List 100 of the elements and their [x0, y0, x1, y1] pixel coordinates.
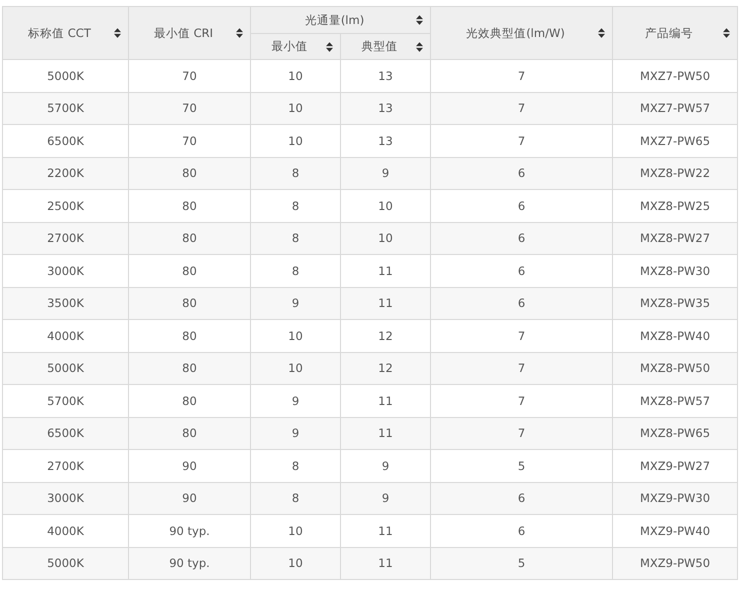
table-cell: 70	[182, 68, 197, 83]
table-cell: MXZ8-PW22	[640, 166, 710, 180]
table-cell: 8	[292, 166, 300, 180]
table-cell: 70	[182, 101, 197, 116]
table-cell: 10	[378, 198, 393, 213]
table-cell: 90	[182, 458, 197, 473]
table-cell: 4000K	[47, 524, 84, 538]
table-cell: 12	[378, 328, 393, 343]
column-header[interactable]: 最小值	[251, 34, 340, 59]
table-cell: 7	[518, 426, 526, 440]
column-header[interactable]: 标称值 CCT	[3, 7, 128, 59]
table-cell: 5700K	[47, 101, 84, 116]
table-cell: MXZ7-PW57	[640, 101, 710, 116]
sort-icon[interactable]	[114, 28, 121, 38]
table-cell: MXZ7-PW50	[640, 68, 710, 83]
table-cell: 10	[288, 361, 303, 376]
table-cell: 13	[378, 68, 393, 83]
table-cell: 6500K	[47, 426, 84, 440]
table-cell: 5	[518, 458, 526, 473]
sort-icon[interactable]	[416, 42, 423, 52]
table-cell: 11	[378, 524, 393, 538]
table-cell: 6	[518, 231, 526, 246]
table-cell: 80	[182, 394, 197, 408]
table-cell: 2700K	[47, 458, 84, 473]
table-cell: 2200K	[47, 166, 84, 180]
table-cell: MXZ9-PW50	[640, 556, 710, 570]
column-header[interactable]: 典型值	[341, 34, 430, 59]
table-cell: 11	[378, 426, 393, 440]
table-cell: MXZ8-PW27	[640, 231, 710, 246]
table-cell: 5	[518, 556, 526, 570]
table-cell: 7	[518, 328, 526, 343]
sort-icon[interactable]	[236, 28, 243, 38]
sort-icon[interactable]	[326, 42, 333, 52]
table-cell: 9	[382, 491, 390, 506]
table-cell: MXZ9-PW27	[640, 458, 710, 473]
column-header[interactable]: 最小值 CRI	[129, 7, 250, 59]
table-cell: MXZ7-PW65	[640, 134, 710, 148]
table-cell: 80	[182, 231, 197, 246]
table-cell: 90 typ.	[169, 524, 210, 538]
sort-icon[interactable]	[416, 15, 423, 25]
table-cell: 10	[288, 328, 303, 343]
table-cell: 10	[288, 556, 303, 570]
table-cell: MXZ9-PW40	[640, 524, 710, 538]
table-cell: 2500K	[47, 198, 84, 213]
table-cell: MXZ8-PW25	[640, 198, 710, 213]
table-cell: 80	[182, 264, 197, 278]
table-cell: 9	[382, 166, 390, 180]
table-cell: 8	[292, 231, 300, 246]
table-cell: MXZ9-PW30	[640, 491, 710, 506]
table-cell: 80	[182, 166, 197, 180]
table-cell: 12	[378, 361, 393, 376]
table-cell: 10	[288, 524, 303, 538]
table-cell: 7	[518, 101, 526, 116]
table-cell: 10	[288, 101, 303, 116]
table-cell: 8	[292, 264, 300, 278]
column-header[interactable]: 产品编号	[613, 7, 737, 59]
table-cell: 11	[378, 556, 393, 570]
table-cell: 10	[378, 231, 393, 246]
table-cell: 3000K	[47, 491, 84, 506]
table-cell: 5700K	[47, 394, 84, 408]
table-cell: 90 typ.	[169, 556, 210, 570]
table-cell: 7	[518, 134, 526, 148]
sort-icon[interactable]	[723, 28, 730, 38]
table-cell: 6	[518, 296, 526, 310]
table-cell: 70	[182, 134, 197, 148]
table-cell: MXZ8-PW30	[640, 264, 710, 278]
table-cell: 80	[182, 198, 197, 213]
table-cell: 10	[288, 68, 303, 83]
table-cell: 13	[378, 134, 393, 148]
sort-icon[interactable]	[598, 28, 605, 38]
table-cell: 10	[288, 134, 303, 148]
column-header[interactable]: 光效典型值(lm/W)	[431, 7, 612, 59]
column-header[interactable]: 光通量(lm)	[251, 7, 430, 33]
table-cell: 6500K	[47, 134, 84, 148]
table-cell: 5000K	[47, 68, 84, 83]
table-cell: MXZ8-PW40	[640, 328, 710, 343]
table-cell: 9	[382, 458, 390, 473]
table-cell: 4000K	[47, 328, 84, 343]
table-cell: 9	[292, 296, 300, 310]
table-cell: 8	[292, 458, 300, 473]
table-cell: 90	[182, 491, 197, 506]
table-cell: 6	[518, 264, 526, 278]
table-cell: 7	[518, 361, 526, 376]
table-cell: 7	[518, 394, 526, 408]
table-cell: 11	[378, 264, 393, 278]
table-cell: MXZ8-PW57	[640, 394, 710, 408]
table-cell: 8	[292, 491, 300, 506]
table-cell: MXZ8-PW35	[640, 296, 710, 310]
table-cell: 3000K	[47, 264, 84, 278]
table-cell: 11	[378, 394, 393, 408]
table-cell: 6	[518, 198, 526, 213]
table-cell: 80	[182, 361, 197, 376]
table-cell: 6	[518, 491, 526, 506]
table-cell: 6	[518, 524, 526, 538]
table-cell: 3500K	[47, 296, 84, 310]
table-cell: MXZ8-PW50	[640, 361, 710, 376]
table-cell: 80	[182, 426, 197, 440]
table-cell: 7	[518, 68, 526, 83]
table-cell: 9	[292, 426, 300, 440]
table-cell: 11	[378, 296, 393, 310]
